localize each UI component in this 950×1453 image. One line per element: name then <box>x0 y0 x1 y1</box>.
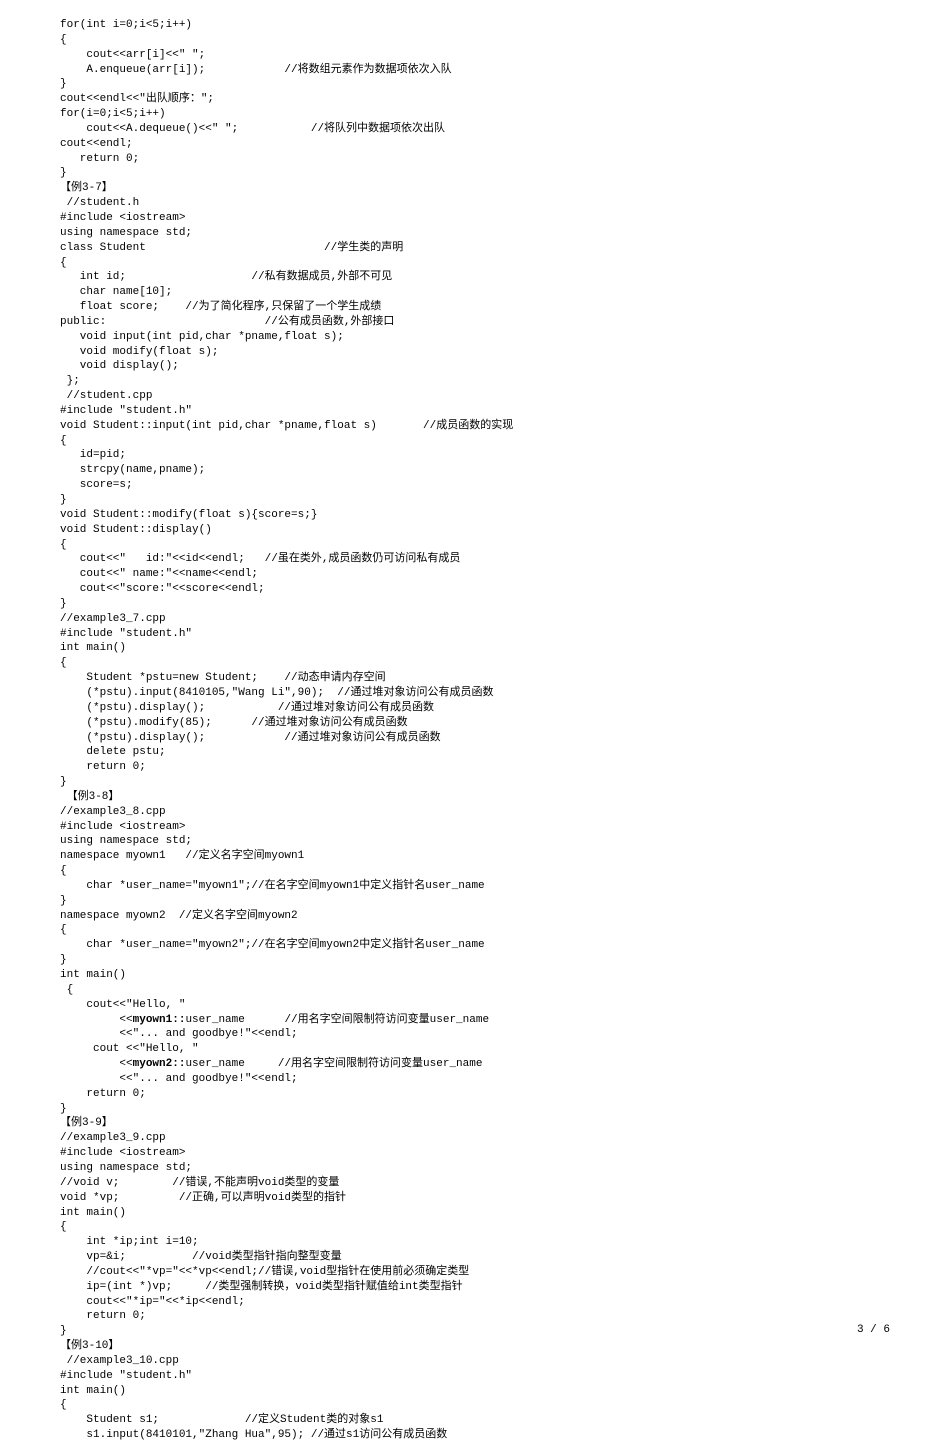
code-listing: for(int i=0;i<5;i++) { cout<<arr[i]<<" "… <box>60 18 890 1443</box>
page-footer: 3 / 6 <box>857 1323 890 1338</box>
